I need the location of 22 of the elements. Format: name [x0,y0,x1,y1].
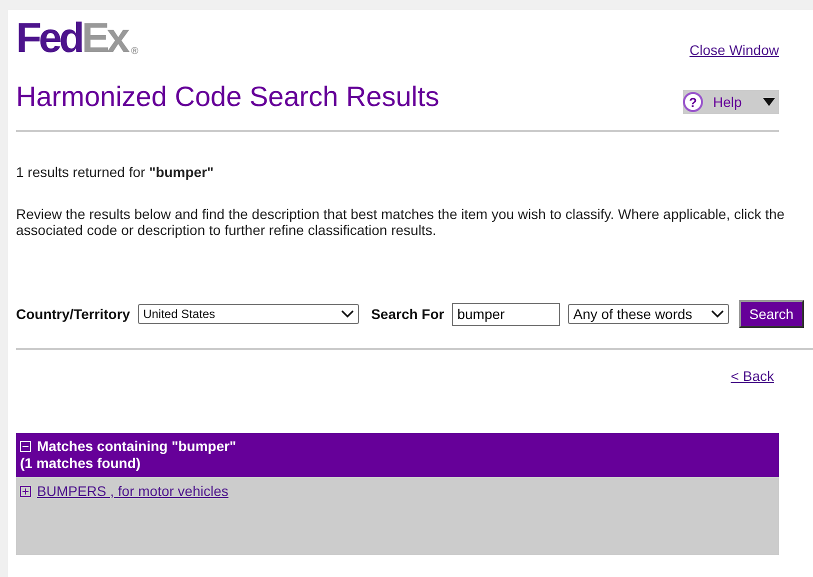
chevron-icon [711,310,724,318]
match-mode-dropdown[interactable]: Any of these words [568,304,730,324]
collapse-icon[interactable] [20,441,31,452]
search-button[interactable]: Search [739,300,804,328]
close-window-link[interactable]: Close Window [690,42,779,58]
back-link[interactable]: < Back [730,368,774,384]
results-heading: Matches containing "bumper" [37,438,236,455]
result-link[interactable]: BUMPERS , for motor vehicles [37,483,228,499]
results-count: (1 matches found) [20,455,142,472]
search-for-label: Search For [371,306,444,322]
country-dropdown[interactable]: United States [138,304,360,324]
results-summary: 1 results returned for "bumper" [16,164,215,180]
expand-icon[interactable] [20,486,31,496]
country-label: Country/Territory [16,306,130,322]
page-title: Harmonized Code Search Results [16,81,440,113]
chevron-icon [341,310,354,318]
search-field[interactable]: bumper [452,302,560,326]
help-icon: ? [683,92,703,112]
fedex-logo: FedEx® [16,18,138,58]
help-button[interactable]: ? Help [683,90,779,114]
dropdown-arrow-icon [763,98,775,106]
instructions-text: Review the results below and find the description that best matches the item you wish to classify. Where applicable, click the associated code or description to further refine classification results. [16,206,786,238]
